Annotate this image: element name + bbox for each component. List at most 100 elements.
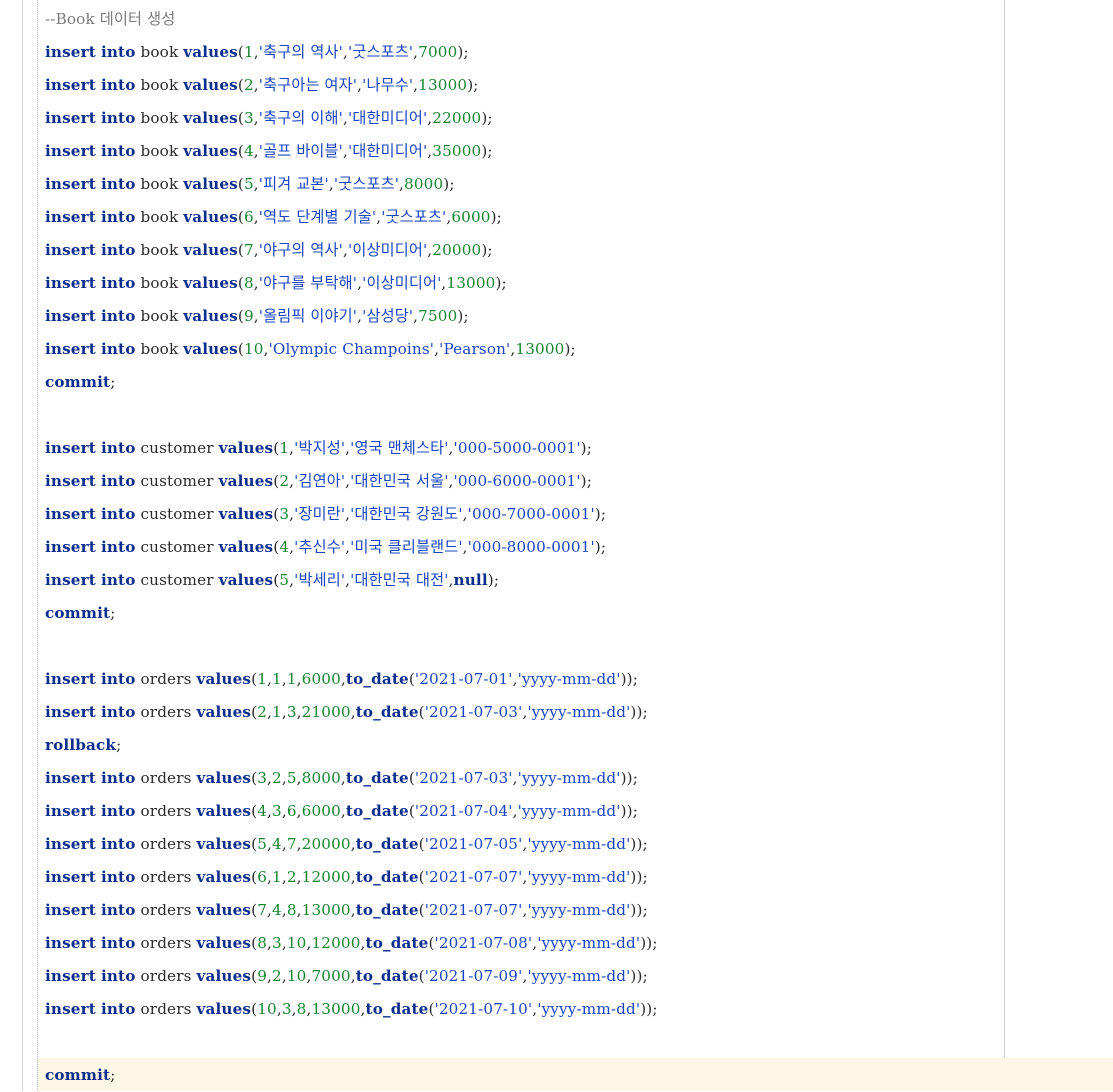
- code-line[interactable]: insert into book values(2,'축구아는 여자','나무수…: [45, 69, 658, 102]
- number-token: 6: [257, 868, 268, 886]
- code-line[interactable]: insert into book values(1,'축구의 역사','굿스포츠…: [45, 36, 658, 69]
- keyword-token: null: [453, 571, 488, 589]
- code-line[interactable]: insert into customer values(3,'장미란','대한민…: [45, 498, 658, 531]
- code-line[interactable]: commit;: [45, 1059, 658, 1092]
- keyword-token: into: [100, 76, 136, 94]
- identifier-token: customer: [140, 538, 214, 556]
- code-line[interactable]: insert into orders values(1,1,1,6000,to_…: [45, 663, 658, 696]
- string-token: '굿스포츠': [348, 43, 414, 61]
- code-line[interactable]: [45, 1026, 658, 1059]
- keyword-token: into: [100, 307, 136, 325]
- gutter-divider: [22, 0, 23, 1091]
- code-line[interactable]: insert into orders values(10,3,8,13000,t…: [45, 993, 658, 1026]
- number-token: 13000: [446, 274, 496, 292]
- code-line[interactable]: insert into book values(6,'역도 단계별 기술','굿…: [45, 201, 658, 234]
- keyword-token: insert: [45, 76, 96, 94]
- code-line[interactable]: insert into orders values(2,1,3,21000,to…: [45, 696, 658, 729]
- keyword-token: into: [100, 472, 136, 490]
- punctuation-token: );: [594, 538, 607, 556]
- code-line[interactable]: rollback;: [45, 729, 658, 762]
- string-token: 'yyyy-mm-dd': [527, 868, 631, 886]
- number-token: 9: [243, 307, 254, 325]
- keyword-token: values: [183, 274, 238, 292]
- punctuation-token: ));: [630, 703, 648, 721]
- string-token: '000-6000-0001': [453, 472, 581, 490]
- code-line[interactable]: insert into book values(3,'축구의 이해','대한미디…: [45, 102, 658, 135]
- identifier-token: orders: [140, 835, 192, 853]
- string-token: '000-8000-0001': [467, 538, 595, 556]
- code-line[interactable]: insert into book values(10,'Olympic Cham…: [45, 333, 658, 366]
- sql-editor[interactable]: --Book 데이터 생성 insert into book values(1,'…: [0, 0, 1113, 1091]
- string-token: '2021-07-05': [424, 835, 523, 853]
- keyword-token: insert: [45, 43, 96, 61]
- keyword-token: into: [100, 835, 136, 853]
- number-token: 1: [257, 670, 268, 688]
- code-line[interactable]: insert into orders values(9,2,10,7000,to…: [45, 960, 658, 993]
- keyword-token: values: [196, 967, 252, 985]
- code-line[interactable]: insert into book values(7,'야구의 역사','이상미디…: [45, 234, 658, 267]
- keyword-token: insert: [45, 802, 96, 820]
- code-line[interactable]: insert into orders values(3,2,5,8000,to_…: [45, 762, 658, 795]
- keyword-token: into: [100, 571, 136, 589]
- code-line[interactable]: insert into customer values(1,'박지성','영국 …: [45, 432, 658, 465]
- keyword-token: into: [100, 538, 136, 556]
- keyword-token: values: [196, 934, 252, 952]
- number-token: 7000: [311, 967, 351, 985]
- number-token: 5: [279, 571, 290, 589]
- code-line[interactable]: insert into book values(4,'골프 바이블','대한미디…: [45, 135, 658, 168]
- number-token: 4: [257, 802, 268, 820]
- string-token: 'yyyy-mm-dd': [517, 802, 621, 820]
- keyword-token: insert: [45, 934, 96, 952]
- identifier-token: book: [140, 307, 179, 325]
- keyword-token: into: [100, 1000, 136, 1018]
- code-line[interactable]: insert into customer values(2,'김연아','대한민…: [45, 465, 658, 498]
- keyword-token: values: [183, 142, 238, 160]
- code-line[interactable]: insert into customer values(4,'추신수','미국 …: [45, 531, 658, 564]
- code-line[interactable]: insert into orders values(5,4,7,20000,to…: [45, 828, 658, 861]
- keyword-token: insert: [45, 472, 96, 490]
- number-token: 3: [257, 769, 268, 787]
- keyword-token: to_date: [355, 835, 419, 853]
- keyword-token: into: [100, 439, 136, 457]
- punctuation-token: ));: [630, 901, 648, 919]
- code-line[interactable]: insert into book values(9,'올림픽 이야기','삼성당…: [45, 300, 658, 333]
- identifier-token: book: [140, 241, 179, 259]
- code-line[interactable]: commit;: [45, 597, 658, 630]
- string-token: '역도 단계별 기술': [258, 208, 377, 226]
- code-line[interactable]: insert into book values(5,'피겨 교본','굿스포츠'…: [45, 168, 658, 201]
- number-token: 8: [286, 901, 297, 919]
- indent-guide: [37, 0, 38, 1091]
- keyword-token: insert: [45, 274, 96, 292]
- string-token: '2021-07-03': [414, 769, 513, 787]
- right-margin-line: [1004, 0, 1005, 1091]
- keyword-token: insert: [45, 901, 96, 919]
- keyword-token: into: [100, 670, 136, 688]
- code-line[interactable]: [45, 399, 658, 432]
- code-line[interactable]: insert into orders values(8,3,10,12000,t…: [45, 927, 658, 960]
- number-token: 6000: [301, 670, 341, 688]
- keyword-token: values: [183, 76, 238, 94]
- code-line[interactable]: insert into book values(8,'야구를 부탁해','이상미…: [45, 267, 658, 300]
- number-token: 3: [272, 802, 282, 820]
- keyword-token: insert: [45, 571, 96, 589]
- code-line[interactable]: insert into orders values(6,1,2,12000,to…: [45, 861, 658, 894]
- number-token: 13000: [515, 340, 565, 358]
- punctuation-token: ));: [640, 1000, 658, 1018]
- code-line[interactable]: --Book 데이터 생성: [45, 3, 658, 36]
- identifier-token: orders: [140, 967, 192, 985]
- keyword-token: values: [196, 670, 252, 688]
- number-token: 2: [272, 769, 282, 787]
- string-token: '2021-07-10': [434, 1000, 533, 1018]
- code-line[interactable]: commit;: [45, 366, 658, 399]
- keyword-token: insert: [45, 109, 96, 127]
- code-line[interactable]: insert into orders values(7,4,8,13000,to…: [45, 894, 658, 927]
- keyword-token: into: [100, 142, 136, 160]
- keyword-token: insert: [45, 340, 96, 358]
- code-line[interactable]: insert into orders values(4,3,6,6000,to_…: [45, 795, 658, 828]
- keyword-token: values: [196, 769, 252, 787]
- code-area[interactable]: --Book 데이터 생성 insert into book values(1,'…: [45, 3, 658, 1092]
- number-token: 13000: [311, 1000, 361, 1018]
- code-line[interactable]: insert into customer values(5,'박세리','대한민…: [45, 564, 658, 597]
- keyword-token: into: [100, 208, 136, 226]
- code-line[interactable]: [45, 630, 658, 663]
